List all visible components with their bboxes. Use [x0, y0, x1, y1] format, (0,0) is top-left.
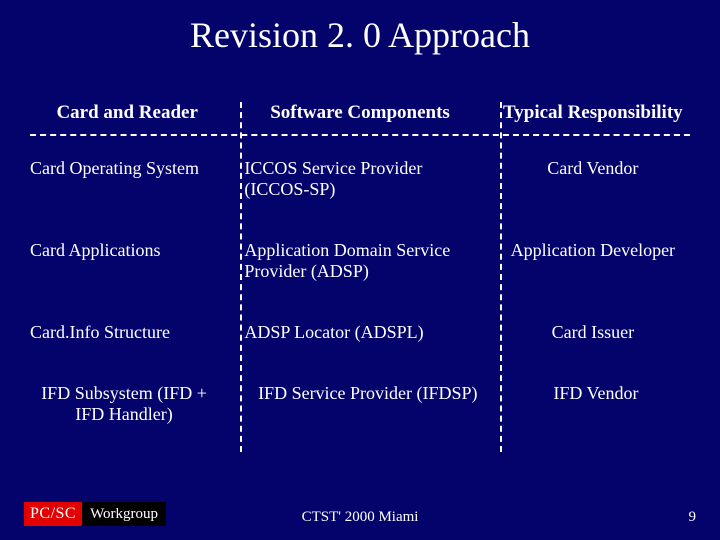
cell: ICCOS Service Provider (ICCOS-SP) [234, 158, 485, 200]
table-header: Card and Reader Software Components Typi… [30, 102, 690, 130]
table-row: Card.Info Structure ADSP Locator (ADSPL)… [30, 302, 690, 363]
cell: Application Developer [486, 240, 690, 261]
cell: Card Applications [30, 240, 234, 261]
slide: Revision 2. 0 Approach Card and Reader S… [0, 0, 720, 540]
cell: ADSP Locator (ADSPL) [234, 322, 485, 343]
cell: Card Operating System [30, 158, 234, 179]
table-row: IFD Subsystem (IFD + IFD Handler) IFD Se… [30, 363, 690, 445]
cell: Card.Info Structure [30, 322, 234, 343]
cell: IFD Vendor [492, 383, 690, 404]
table-row: Card Applications Application Domain Ser… [30, 220, 690, 302]
col-header-1: Card and Reader [30, 102, 234, 124]
cell: Card Issuer [486, 322, 690, 343]
cell: Card Vendor [486, 158, 690, 179]
content-table: Card and Reader Software Components Typi… [30, 102, 690, 445]
cell: Application Domain Service Provider (ADS… [234, 240, 485, 282]
footer-text: CTST' 2000 Miami [0, 509, 720, 526]
cell: IFD Service Provider (IFDSP) [228, 383, 492, 404]
col-header-2: Software Components [234, 102, 485, 124]
cell: IFD Subsystem (IFD + IFD Handler) [30, 383, 228, 425]
table-row: Card Operating System ICCOS Service Prov… [30, 130, 690, 220]
slide-title: Revision 2. 0 Approach [0, 14, 720, 56]
page-number: 9 [689, 509, 697, 526]
col-header-3: Typical Responsibility [486, 102, 690, 124]
